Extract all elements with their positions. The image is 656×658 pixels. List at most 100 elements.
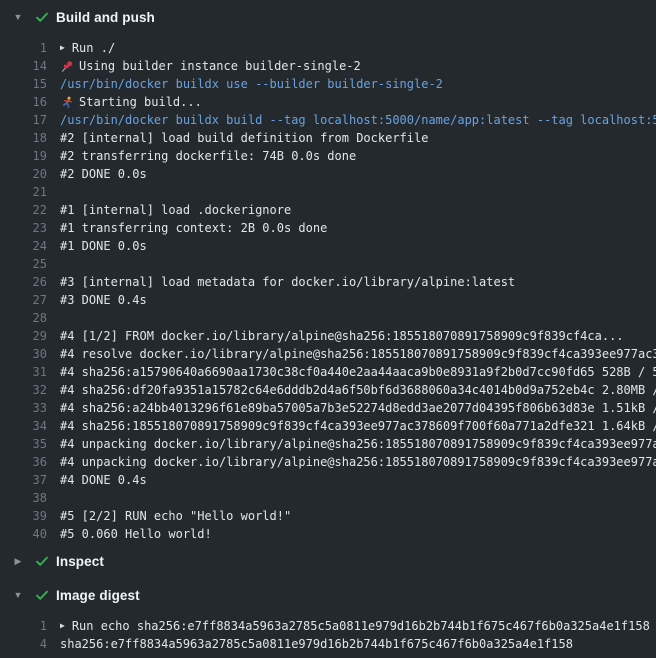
log-section: ▶ Inspect — [0, 544, 656, 578]
line-content: #1 [internal] load .dockerignore — [60, 201, 656, 219]
line-text: #4 sha256:185518070891758909c9f839cf4ca3… — [60, 417, 656, 435]
line-text: #4 DONE 0.4s — [60, 471, 147, 489]
line-content: #4 sha256:185518070891758909c9f839cf4ca3… — [60, 417, 656, 435]
line-number[interactable]: 17 — [0, 111, 47, 129]
line-number[interactable]: 21 — [0, 183, 47, 201]
line-number[interactable]: 28 — [0, 309, 47, 327]
log-line: 16 Starting build... — [0, 93, 656, 111]
line-content: #1 DONE 0.0s — [60, 237, 656, 255]
line-text: #5 0.060 Hello world! — [60, 525, 212, 543]
log-line: 28 — [0, 309, 656, 327]
log-line: 19 #2 transferring dockerfile: 74B 0.0s … — [0, 147, 656, 165]
line-number[interactable]: 39 — [0, 507, 47, 525]
log-line: 34 #4 sha256:185518070891758909c9f839cf4… — [0, 417, 656, 435]
line-content: ▶Run echo sha256:e7ff8834a5963a2785c5a08… — [60, 617, 656, 635]
line-number[interactable]: 25 — [0, 255, 47, 273]
log-line: 30 #4 resolve docker.io/library/alpine@s… — [0, 345, 656, 363]
line-content: #2 transferring dockerfile: 74B 0.0s don… — [60, 147, 656, 165]
log-line: 17 /usr/bin/docker buildx build --tag lo… — [0, 111, 656, 129]
line-text: Run ./ — [72, 39, 115, 57]
line-content: sha256:e7ff8834a5963a2785c5a0811e979d16b… — [60, 635, 656, 653]
log-line: 38 — [0, 489, 656, 507]
step-header[interactable]: ▶ Inspect — [0, 544, 656, 578]
line-content: ▶ Run ./ — [60, 39, 656, 57]
line-number[interactable]: 4 — [0, 635, 47, 653]
log-line: 36 #4 unpacking docker.io/library/alpine… — [0, 453, 656, 471]
line-text: /usr/bin/docker buildx build --tag local… — [60, 111, 656, 129]
line-number[interactable]: 16 — [0, 93, 47, 111]
log-line: 37 #4 DONE 0.4s — [0, 471, 656, 489]
chevron-icon[interactable]: ▼ — [13, 13, 23, 22]
line-content: #4 [1/2] FROM docker.io/library/alpine@s… — [60, 327, 656, 345]
line-text: #4 unpacking docker.io/library/alpine@sh… — [60, 453, 656, 471]
line-content: #4 unpacking docker.io/library/alpine@sh… — [60, 453, 656, 471]
line-text: #1 transferring context: 2B 0.0s done — [60, 219, 327, 237]
expander-icon[interactable]: ▶ — [60, 44, 65, 52]
line-text: #4 sha256:a15790640a6690aa1730c38cf0a440… — [60, 363, 656, 381]
step-title: Build and push — [56, 10, 155, 25]
line-content: /usr/bin/docker buildx use --builder bui… — [60, 75, 656, 93]
line-number[interactable]: 31 — [0, 363, 47, 381]
line-text: #2 [internal] load build definition from… — [60, 129, 428, 147]
line-number[interactable]: 34 — [0, 417, 47, 435]
line-content: #3 [internal] load metadata for docker.i… — [60, 273, 656, 291]
line-number[interactable]: 23 — [0, 219, 47, 237]
log-line: 1 ▶ Run ./ — [0, 39, 656, 57]
line-text: sha256:e7ff8834a5963a2785c5a0811e979d16b… — [60, 635, 573, 653]
line-number[interactable]: 19 — [0, 147, 47, 165]
line-text: #4 sha256:a24bb4013296f61e89ba57005a7b3e… — [60, 399, 656, 417]
line-number[interactable]: 40 — [0, 525, 47, 543]
line-text: #4 unpacking docker.io/library/alpine@sh… — [60, 435, 656, 453]
log-line: 26 #3 [internal] load metadata for docke… — [0, 273, 656, 291]
log-section: ▼ Image digest 1 ▶Run echo sha256:e7ff88… — [0, 578, 656, 653]
line-text: #4 resolve docker.io/library/alpine@sha2… — [60, 345, 656, 363]
log-line: 22 #1 [internal] load .dockerignore — [0, 201, 656, 219]
check-icon — [34, 9, 50, 25]
check-icon — [34, 587, 50, 603]
line-number[interactable]: 1 — [0, 617, 47, 635]
step-header[interactable]: ▼ Build and push — [0, 0, 656, 34]
step-header[interactable]: ▼ Image digest — [0, 578, 656, 612]
line-content: #4 sha256:a24bb4013296f61e89ba57005a7b3e… — [60, 399, 656, 417]
line-text: #5 [2/2] RUN echo "Hello world!" — [60, 507, 291, 525]
chevron-icon[interactable]: ▼ — [13, 591, 23, 600]
line-content: #4 unpacking docker.io/library/alpine@sh… — [60, 435, 656, 453]
line-number[interactable]: 18 — [0, 129, 47, 147]
line-number[interactable]: 14 — [0, 57, 47, 75]
expander-icon[interactable]: ▶ — [60, 622, 65, 630]
log-line: 1 ▶Run echo sha256:e7ff8834a5963a2785c5a… — [0, 617, 656, 635]
line-content: #4 sha256:a15790640a6690aa1730c38cf0a440… — [60, 363, 656, 381]
chevron-icon[interactable]: ▶ — [13, 557, 23, 566]
line-text: #4 sha256:df20fa9351a15782c64e6dddb2d4a6… — [60, 381, 656, 399]
line-text: /usr/bin/docker buildx use --builder bui… — [60, 75, 443, 93]
line-content: Starting build... — [60, 93, 656, 111]
line-number[interactable]: 36 — [0, 453, 47, 471]
line-number[interactable]: 26 — [0, 273, 47, 291]
actions-log: ▼ Build and push 1 ▶Run ./ 14 Using buil… — [0, 0, 656, 658]
line-number[interactable]: 29 — [0, 327, 47, 345]
line-number[interactable]: 20 — [0, 165, 47, 183]
line-number[interactable]: 22 — [0, 201, 47, 219]
line-number[interactable]: 37 — [0, 471, 47, 489]
line-content: #1 transferring context: 2B 0.0s done — [60, 219, 656, 237]
line-text: Starting build... — [79, 93, 202, 111]
line-text: Using builder instance builder-single-2 — [79, 57, 361, 75]
line-number[interactable]: 32 — [0, 381, 47, 399]
line-number[interactable]: 1 — [0, 39, 47, 57]
line-content: #2 DONE 0.0s — [60, 165, 656, 183]
step-title: Inspect — [56, 554, 104, 569]
line-number[interactable]: 35 — [0, 435, 47, 453]
line-content: Using builder instance builder-single-2 — [60, 57, 656, 75]
log-section: ▼ Build and push 1 ▶ Run ./ 14 Using buil… — [0, 0, 656, 543]
step-title: Image digest — [56, 588, 140, 603]
log-line: 23 #1 transferring context: 2B 0.0s done — [0, 219, 656, 237]
line-number[interactable]: 30 — [0, 345, 47, 363]
check-icon — [34, 553, 50, 569]
log-line: 24 #1 DONE 0.0s — [0, 237, 656, 255]
line-number[interactable]: 33 — [0, 399, 47, 417]
line-number[interactable]: 38 — [0, 489, 47, 507]
line-number[interactable]: 27 — [0, 291, 47, 309]
line-number[interactable]: 24 — [0, 237, 47, 255]
line-text: #2 DONE 0.0s — [60, 165, 147, 183]
line-number[interactable]: 15 — [0, 75, 47, 93]
